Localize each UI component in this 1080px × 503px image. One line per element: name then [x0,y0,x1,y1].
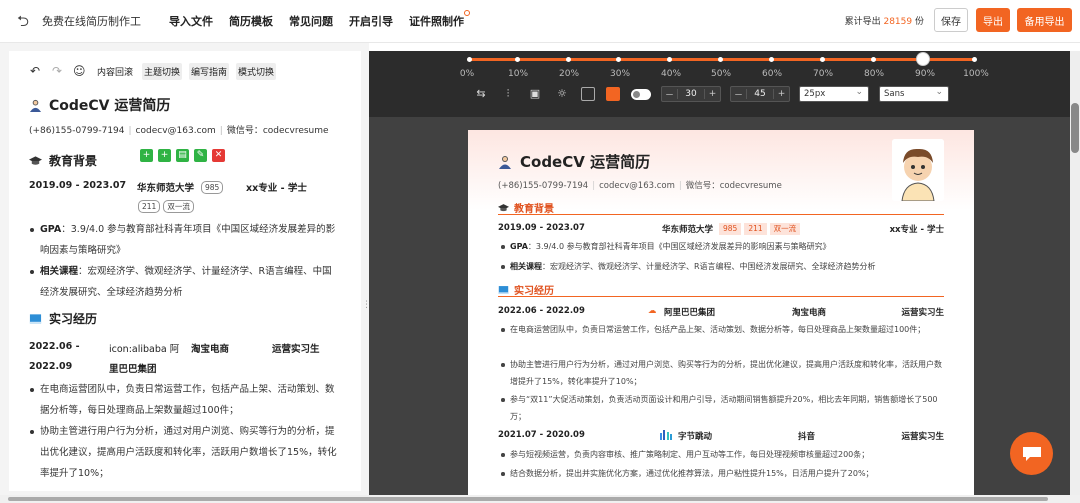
resume-gpa: GPA：3.9/4.0 参与教育部社科青年项目《中国区域经济发展差异的影响因素与… [501,238,942,255]
top-bar: ⮌ 免费在线简历制作工 导入文件 简历模板 常见问题 开启引导 证件照制作 累计… [0,0,1080,43]
resume-job2-bullet-1: 参与短视频运营，负责内容审核、推广策略制定、用户互动等工作，每日处理视频审核量超… [501,446,942,463]
vertical-scrollbar[interactable] [1070,51,1080,495]
main-nav: 导入文件 简历模板 常见问题 开启引导 证件照制作 [169,10,480,29]
resume-job2-bullet-2: 结合数据分析，提出并实施优化方案，通过优化推荐算法，用户粘性提升15%，日活用户… [501,465,942,482]
resume-job1-row: 2022.06 - 2022.09 ☁ 阿里巴巴集团 淘宝电商 运营实习生 [498,306,944,318]
editor-intern-bullet-1: 在电商运营团队中，负责日常运营工作，包括产品上架、活动策划、数据分析等，每日处理… [30,379,340,421]
translate-icon[interactable]: ⇆ [473,86,489,102]
resume-contact: (+86)155-0799-7194 | codecv@163.com | 微信号：co… [498,181,782,191]
resume-courses: 相关课程：宏观经济学、微观经济学、计量经济学、R语言编程、中国经济发展研究、全球… [501,258,942,275]
nav-faq[interactable]: 常见问题 [289,13,333,29]
theme-toggle[interactable] [631,88,651,100]
backup-export-button[interactable]: 备用导出 [1017,8,1072,32]
editor-pane: ↶ ↷ ☺ 内容回滚 主题切换 编写指南 模式切换 CodeCV 运营简历 (+… [0,43,371,495]
add-block-icon[interactable]: + [140,149,153,162]
editor-intern-row: 2022.06 - icon:alibaba 阿 淘宝电商 运营实习生 [29,341,320,355]
brand-title: 免费在线简历制作工 [42,15,141,28]
theme-switch-button[interactable]: 主题切换 [142,62,183,80]
resume-job1-bullet-1: 在电商运营团队中，负责日常运营工作，包括产品上架、活动策划、数据分析等，每日处理… [501,321,942,338]
editor-gpa: GPA：3.9/4.0 参与教育部社科青年项目《中国区域经济发展差异的影响因素与… [30,219,340,261]
nav-import[interactable]: 导入文件 [169,13,213,29]
undo-icon[interactable]: ↶ [29,64,41,78]
chat-bubble-icon [1022,446,1041,461]
adjust-sliders-icon[interactable]: ⫶ [500,86,516,102]
add-row-icon[interactable]: + [158,149,171,162]
editor-intern-heading: 实习经历 [29,310,361,327]
zoom-marks: 0% 10% 20% 30% 40% 50% 60% 70% 80% 90% 100% [459,69,989,79]
nav-templates[interactable]: 简历模板 [229,13,273,29]
back-arrow-icon[interactable]: ⮌ [14,12,32,30]
content-rollback-button[interactable]: 内容回滚 [95,63,135,80]
resume-edu-heading: 教育背景 [498,200,944,215]
editor-toolbar: ↶ ↷ ☺ 内容回滚 主题切换 编写指南 模式切换 [29,61,361,81]
nav-id-photo[interactable]: 证件照制作 [409,10,470,29]
delete-icon[interactable]: ✕ [212,149,225,162]
save-button[interactable]: 保存 [934,8,968,32]
chat-button[interactable] [1010,432,1053,475]
graduation-cap-icon [29,155,42,165]
person-icon [499,155,511,169]
export-button[interactable]: 导出 [976,8,1010,32]
editor-courses: 相关课程：宏观经济学、微观经济学、计量经济学、R语言编程、中国经济发展研究、全球… [30,261,340,303]
editor-title: CodeCV 运营简历 [29,95,361,115]
editor-contact: (+86)155-0799-7194 | codecv@163.com | 微信号：co… [29,126,329,136]
paint-icon[interactable]: ✎ [194,149,207,162]
resume-preview: CodeCV 运营简历 (+86)155-0799-7194 | codecv@16… [468,130,974,500]
insert-toolbar: + + ▤ ✎ ✕ [140,149,230,162]
resume-job1-bullet-2: 协助主管进行用户行为分析，通过对用户浏览、购买等行为的分析，提出优化建议，提高用… [501,356,942,390]
resume-title: CodeCV 运营简历 [498,151,650,172]
horizontal-scrollbar[interactable] [0,495,1080,503]
person-icon [29,99,42,112]
bytedance-icon [660,430,672,440]
preview-controls: 0% 10% 20% 30% 40% 50% 60% 70% 80% 90% 100% ⇆… [369,51,1070,117]
export-count: 累计导出 28159 份 [844,16,924,27]
lightbulb-icon[interactable]: ☼ [554,86,570,102]
editor-intern-bullet-2: 协助主管进行用户行为分析，通过对用户浏览、购买等行为的分析，提出优化建议，提高用… [30,421,340,484]
resume-edu-row: 2019.09 - 2023.07 华东师范大学 985 211 双一流 xx专业 … [498,223,944,235]
book-icon [498,285,509,294]
pane-resize-handle[interactable]: ⋮ [362,301,371,317]
book-icon [29,313,42,324]
zoom-slider-thumb[interactable] [916,52,930,66]
color-picker-icon[interactable] [606,87,620,101]
app: ⮌ 免费在线简历制作工 导入文件 简历模板 常见问题 开启引导 证件照制作 累计… [0,0,1080,503]
font-family-select[interactable]: Sans [879,85,949,102]
resume-intern-heading: 实习经历 [498,282,944,297]
markdown-editor[interactable]: ↶ ↷ ☺ 内容回滚 主题切换 编写指南 模式切换 CodeCV 运营简历 (+… [9,51,361,491]
editor-intern-row2: 2022.09 里巴巴集团 [29,361,157,375]
checkbox-icon[interactable] [581,87,595,101]
editor-edu-tags: 211 双一流 [138,200,361,213]
emoji-icon[interactable]: ☺ [73,64,86,78]
avatar-photo [892,139,944,201]
writing-guide-button[interactable]: 编写指南 [189,62,230,80]
spacing-stepper[interactable]: － 45 + [730,86,790,102]
editor-edu-row: 2019.09 - 2023.07 华东师范大学 985 xx专业 - 学士 [29,180,307,194]
table-icon[interactable]: ▤ [176,149,189,162]
preview-toolbar: ⇆ ⫶ ▣ ☼ －30+ －45+ 25px Sans [473,85,959,102]
nav-guide[interactable]: 开启引导 [349,13,393,29]
margin-stepper[interactable]: － 30 + [661,86,721,102]
font-size-select[interactable]: 25px [799,85,869,102]
mode-switch-button[interactable]: 模式切换 [236,62,277,80]
alibaba-icon: ☁ [648,306,657,316]
header-actions: 累计导出 28159 份 保存 导出 备用导出 [845,8,1072,32]
resume-job2-row: 2021.07 - 2020.09 字节跳动 抖音 运营实习生 [498,430,944,442]
id-card-icon[interactable]: ▣ [527,86,543,102]
redo-icon[interactable]: ↷ [51,64,63,78]
resume-job1-bullet-3: 参与“双11”大促活动策划，负责活动页面设计和用户引导，活动期间销售额提升20%… [501,391,942,425]
zoom-slider[interactable] [467,52,977,66]
graduation-cap-icon [498,203,509,211]
